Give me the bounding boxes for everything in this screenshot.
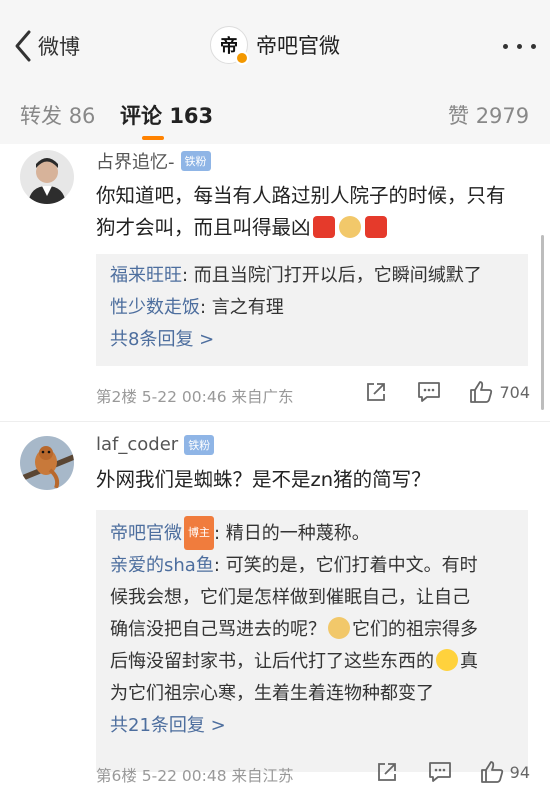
comment-meta: 第6楼 5-22 00:48 来自江苏 [96, 767, 294, 785]
comment-button[interactable] [417, 381, 441, 403]
reply-username[interactable]: 帝吧官微 [110, 523, 182, 544]
author-badge: 博主 [184, 516, 214, 550]
comment-actions: 94 [376, 760, 530, 784]
doge-emoji-icon [338, 216, 361, 238]
candle-emoji-icon [364, 216, 387, 238]
like-button[interactable]: 704 [469, 380, 530, 404]
back-button[interactable]: 微博 [12, 28, 80, 64]
share-button[interactable] [376, 761, 398, 783]
comment-username[interactable]: 占界追忆- 铁粉 [96, 148, 211, 174]
like-thumb-icon [470, 381, 493, 403]
like-count: 94 [509, 762, 530, 782]
doge-emoji-icon [328, 617, 350, 639]
avatar[interactable] [20, 150, 74, 204]
back-label: 微博 [38, 35, 80, 59]
back-chevron-icon [15, 30, 31, 62]
verified-badge-icon [235, 51, 249, 65]
reply-line: 性少数走饭: 言之有理 [110, 297, 284, 318]
comment-icon [418, 382, 441, 402]
smile-emoji-icon [436, 649, 458, 671]
reply-username[interactable]: 性少数走饭 [110, 297, 200, 318]
account-header[interactable]: 帝 帝吧官微 [210, 26, 340, 65]
fan-badge: 铁粉 [184, 434, 215, 455]
tab-comments[interactable]: 评论 163 [120, 100, 213, 130]
scrollbar[interactable] [541, 235, 544, 410]
avatar[interactable] [20, 436, 74, 490]
comment-text: 外网我们是蜘蛛？是不是zn猪的简写？ [96, 468, 431, 491]
tab-bar: 转发 86 评论 163 赞 2979 [0, 92, 550, 144]
comment-button[interactable] [428, 761, 452, 783]
comment-divider [0, 421, 550, 422]
reply-line: 福来旺旺: 而且当院门打开以后，它瞬间缄默了 [110, 265, 482, 286]
like-button[interactable]: 94 [480, 760, 530, 784]
comment-meta: 第2楼 5-22 00:46 来自广东 [96, 388, 294, 406]
comment-username[interactable]: laf_coder 铁粉 [96, 434, 215, 455]
reply-line: 亲爱的sha鱼: 可笑的是，它们打着中文。有时 [110, 555, 478, 576]
more-replies-link[interactable]: 共8条回复 > [96, 324, 528, 356]
reply-box: 帝吧官微 博主: 精日的一种蔑称。 亲爱的sha鱼: 可笑的是，它们打着中文。有时… [96, 510, 528, 772]
reply-username[interactable]: 亲爱的sha鱼 [110, 555, 214, 576]
share-icon [367, 383, 386, 401]
reply-box: 福来旺旺: 而且当院门打开以后，它瞬间缄默了 性少数走饭: 言之有理 共8条回复… [96, 254, 528, 366]
share-button[interactable] [365, 381, 387, 403]
reply-username[interactable]: 福来旺旺 [110, 265, 182, 286]
more-dots-icon[interactable] [503, 44, 536, 49]
more-replies-link[interactable]: 共21条回复 > [96, 710, 528, 742]
account-title: 帝吧官微 [256, 34, 340, 58]
share-icon [377, 763, 396, 781]
account-avatar: 帝 [210, 26, 249, 65]
comment-actions: 704 [365, 380, 530, 404]
like-thumb-icon [480, 761, 503, 783]
tab-likes[interactable]: 赞 2979 [448, 100, 529, 130]
comment-icon [428, 762, 451, 782]
fan-badge: 铁粉 [180, 151, 211, 171]
reply-line: 帝吧官微 博主: 精日的一种蔑称。 [96, 516, 528, 550]
candle-emoji-icon [312, 216, 335, 238]
comment-text: 你知道吧，每当有人路过别人院子的时候，只有 狗才会叫，而且叫得最凶 [96, 184, 506, 239]
top-nav-bar: 微博 帝 帝吧官微 [0, 0, 550, 92]
like-count: 704 [499, 382, 530, 402]
active-tab-indicator [142, 136, 164, 140]
tab-reposts[interactable]: 转发 86 [20, 100, 95, 130]
